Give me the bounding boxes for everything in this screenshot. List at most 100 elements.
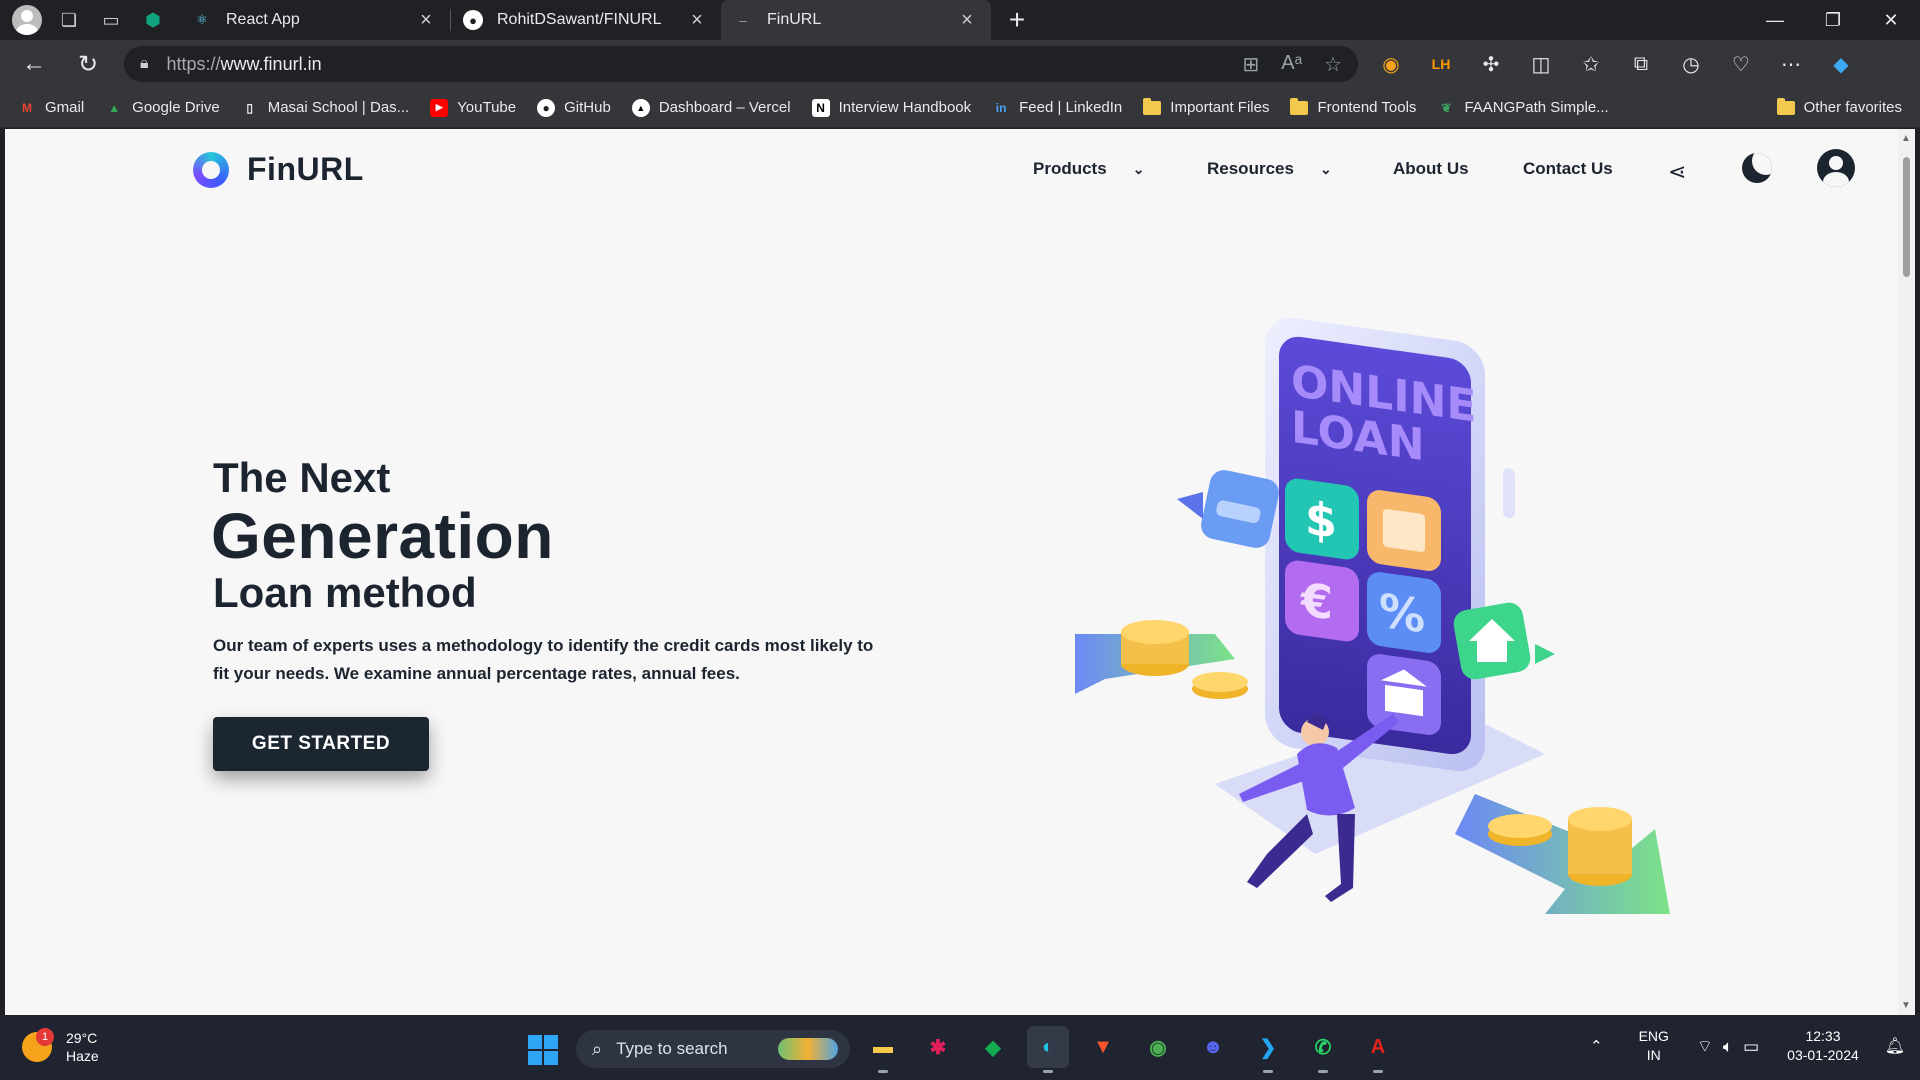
tab-title: RohitDSawant/FINURL xyxy=(497,11,662,28)
nav-about-us[interactable]: About Us xyxy=(1393,159,1469,179)
hero-title-line1: The Next xyxy=(213,454,391,501)
scrollbar-thumb[interactable] xyxy=(1903,157,1910,277)
browser-tab-strip: ❏ ▭ ⬢ ⚛ React App × ● RohitDSawant/FINUR… xyxy=(0,0,1920,40)
close-window-icon[interactable]: ✕ xyxy=(1862,0,1920,40)
drive-icon: ▲ xyxy=(108,100,121,115)
user-account-icon[interactable] xyxy=(1817,149,1855,187)
get-started-button[interactable]: GET STARTED xyxy=(213,717,429,771)
minimize-icon[interactable]: — xyxy=(1746,0,1804,40)
bookmark-gmail[interactable]: M Gmail xyxy=(18,99,84,117)
share-icon[interactable]: ⋖ xyxy=(1668,159,1686,185)
new-tab-button[interactable]: + xyxy=(997,4,1037,36)
collections-icon[interactable]: ⧉ xyxy=(1622,45,1660,83)
favorite-star-icon[interactable]: ☆ xyxy=(1324,52,1342,77)
close-icon[interactable]: × xyxy=(685,9,709,32)
brave-icon[interactable]: ▼ xyxy=(1082,1026,1124,1068)
slack-icon[interactable]: ✱ xyxy=(917,1026,959,1068)
bookmark-frontend-tools[interactable]: Frontend Tools xyxy=(1290,97,1417,117)
browser-essentials-icon[interactable]: ♡ xyxy=(1722,45,1760,83)
read-aloud-icon[interactable]: Aᵃ xyxy=(1281,52,1302,77)
tab-actions-icon[interactable]: ▭ xyxy=(96,5,126,35)
taskbar-clock[interactable]: 12:33 03-01-2024 xyxy=(1787,1027,1859,1065)
wifi-volume-battery-icons[interactable]: ⌔🔈︎▭ xyxy=(1697,1036,1769,1057)
bookmark-label: Interview Handbook xyxy=(838,99,972,116)
bookmark-vercel[interactable]: ▲ Dashboard – Vercel xyxy=(631,98,791,117)
nav-resources[interactable]: Resources ⌄ xyxy=(1207,159,1332,179)
address-bar[interactable]: 🔒︎ https:// www.finurl.in ⊞ Aᵃ ☆ xyxy=(124,46,1358,82)
more-menu-icon[interactable]: ⋯ xyxy=(1772,45,1810,83)
favorites-icon[interactable]: ✩ xyxy=(1572,45,1610,83)
dash-icon: – xyxy=(739,12,747,28)
finurl-logo-icon xyxy=(193,151,229,188)
profile-avatar-icon[interactable] xyxy=(12,5,42,35)
history-icon[interactable]: ◷ xyxy=(1672,45,1710,83)
nav-products[interactable]: Products ⌄ xyxy=(1033,159,1144,179)
split-screen-icon[interactable]: ◫ xyxy=(1522,45,1560,83)
bookmark-faangpath[interactable]: ❦ FAANGPath Simple... xyxy=(1437,99,1608,117)
refresh-button[interactable]: ↻ xyxy=(64,44,112,84)
browser-toolbar: ← ↻ 🔒︎ https:// www.finurl.in ⊞ Aᵃ ☆ ◉ L… xyxy=(0,40,1920,88)
file-explorer-icon[interactable]: ▬ xyxy=(862,1026,904,1073)
clock-date: 03-01-2024 xyxy=(1787,1047,1859,1063)
lighthouse-extension-icon[interactable]: LH xyxy=(1422,45,1460,83)
chatgpt-tab-icon[interactable]: ⬢ xyxy=(138,5,168,35)
acrobat-icon[interactable]: A xyxy=(1357,1026,1399,1073)
dark-mode-toggle-icon[interactable] xyxy=(1742,153,1772,183)
page-scrollbar[interactable]: ▲ ▼ xyxy=(1898,129,1915,1015)
bookmark-google-drive[interactable]: ▲ Google Drive xyxy=(105,99,220,117)
nav-contact-us[interactable]: Contact Us xyxy=(1523,159,1613,179)
tab-github-finurl[interactable]: ● RohitDSawant/FINURL × xyxy=(451,0,721,40)
clock-time: 12:33 xyxy=(1805,1028,1841,1044)
gmail-icon: M xyxy=(22,100,32,115)
scroll-up-icon[interactable]: ▲ xyxy=(1901,133,1911,144)
brand-name: FinURL xyxy=(247,151,364,187)
tab-react-app[interactable]: ⚛ React App × xyxy=(180,0,450,40)
mongodb-compass-icon[interactable]: ◆ xyxy=(972,1026,1014,1068)
taskbar-search[interactable]: ⌕ Type to search xyxy=(576,1030,850,1068)
language-indicator[interactable]: ENG IN xyxy=(1639,1027,1669,1065)
bookmark-label: Dashboard – Vercel xyxy=(658,99,791,116)
page-icon: ▯ xyxy=(246,100,254,115)
back-button[interactable]: ← xyxy=(10,44,58,84)
show-hidden-icons-icon[interactable]: ⌃ xyxy=(1590,1037,1603,1055)
app-available-icon[interactable]: ⊞ xyxy=(1243,52,1260,77)
windows-taskbar: 1 29°C Haze ⌕ Type to search ▬ ✱ ◆ ◐ ▼ ◉… xyxy=(0,1015,1920,1080)
url-scheme: https:// xyxy=(166,53,221,74)
bookmark-youtube[interactable]: ▶ YouTube xyxy=(430,98,516,117)
nav-resources-label: Resources xyxy=(1207,159,1294,178)
bookmark-label: Frontend Tools xyxy=(1317,99,1417,116)
chrome-icon[interactable]: ◉ xyxy=(1137,1026,1179,1068)
workspaces-icon[interactable]: ❏ xyxy=(54,5,84,35)
bookmark-github[interactable]: ● GitHub xyxy=(537,98,611,117)
hero-title-line2: Generation xyxy=(211,500,554,572)
scroll-down-icon[interactable]: ▼ xyxy=(1901,1000,1911,1011)
search-highlight-icon xyxy=(778,1038,838,1060)
bookmark-masai-school[interactable]: ▯ Masai School | Das... xyxy=(241,99,409,117)
lock-icon[interactable]: 🔒︎ xyxy=(140,55,149,73)
bookmark-important-files[interactable]: Important Files xyxy=(1143,97,1269,117)
tab-finurl[interactable]: – FinURL × xyxy=(721,0,991,40)
whatsapp-icon[interactable]: ✆ xyxy=(1302,1026,1344,1073)
close-icon[interactable]: × xyxy=(414,9,438,32)
notification-bell-icon[interactable]: 🔔︎ xyxy=(1885,1036,1905,1056)
bookmark-other-favorites[interactable]: Other favorites xyxy=(1776,97,1902,117)
site-logo[interactable]: FinURL xyxy=(193,151,364,188)
discord-icon[interactable]: ☻ xyxy=(1192,1026,1234,1068)
copilot-icon[interactable]: ◆ xyxy=(1822,45,1860,83)
bookmark-interview-handbook[interactable]: N Interview Handbook xyxy=(811,98,972,117)
nav-about-label: About Us xyxy=(1393,159,1469,178)
close-icon[interactable]: × xyxy=(955,9,979,32)
weather-haze-icon: 1 xyxy=(22,1028,54,1062)
bookmark-label: Other favorites xyxy=(1803,99,1902,116)
window-controls: — ❐ ✕ xyxy=(1746,0,1920,40)
extensions-icon[interactable]: ✣ xyxy=(1472,45,1510,83)
start-button[interactable] xyxy=(528,1035,558,1065)
weather-temp: 29°C xyxy=(66,1030,98,1046)
weather-widget[interactable]: 1 29°C Haze xyxy=(22,1028,99,1065)
bookmark-linkedin[interactable]: in Feed | LinkedIn xyxy=(992,99,1122,117)
coin-stack-right-icon xyxy=(1568,807,1632,886)
restore-icon[interactable]: ❐ xyxy=(1804,0,1862,40)
edge-icon[interactable]: ◐ xyxy=(1027,1026,1069,1073)
owl-extension-icon[interactable]: ◉ xyxy=(1372,45,1410,83)
vscode-icon[interactable]: ❯ xyxy=(1247,1026,1289,1073)
